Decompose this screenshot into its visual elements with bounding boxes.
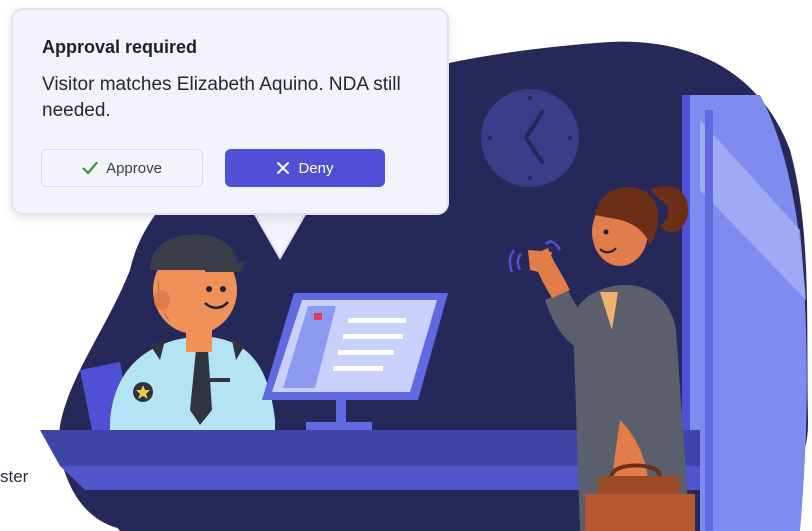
wall-clock-icon: [481, 89, 579, 187]
notification-title: Approval required: [42, 37, 198, 57]
deny-button-label: Deny: [298, 159, 334, 177]
bubble-tail: [255, 212, 305, 256]
x-icon: [276, 161, 290, 175]
approve-button[interactable]: Approve: [41, 149, 203, 187]
approve-button-label: Approve: [106, 159, 162, 177]
cutoff-label: ster: [0, 467, 29, 486]
notification-message: Visitor matches Elizabeth Aquino. NDA st…: [42, 74, 401, 121]
approval-notification-card: Approval required Visitor matches Elizab…: [11, 8, 449, 215]
deny-button[interactable]: Deny: [225, 149, 385, 187]
illustration-stage: ster Approval required Visitor matches E…: [0, 0, 812, 531]
check-icon: [82, 161, 98, 175]
